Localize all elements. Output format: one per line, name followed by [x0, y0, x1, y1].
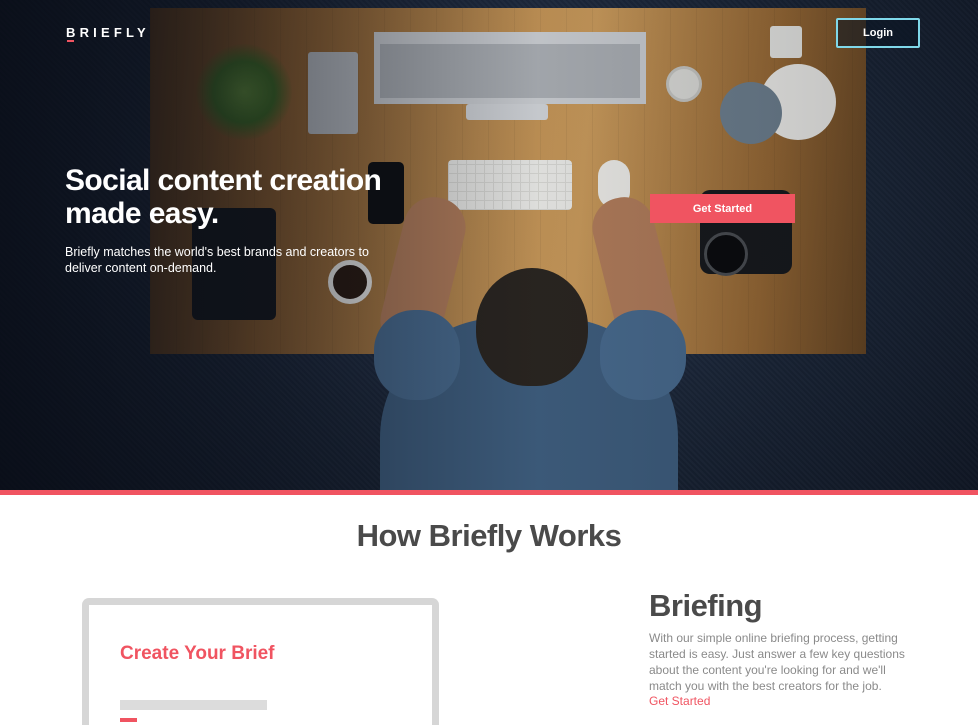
hero-title: Social content creation made easy. — [65, 164, 382, 230]
feature-get-started-link[interactable]: Get Started — [649, 694, 710, 708]
logo[interactable]: BRIEFLY — [66, 25, 150, 40]
how-it-works-title: How Briefly Works — [356, 518, 622, 553]
brief-mockup-title: Create Your Brief — [120, 643, 275, 664]
get-started-button[interactable]: Get Started — [650, 194, 795, 223]
login-button[interactable]: Login — [836, 18, 920, 48]
brief-mockup-accent — [120, 718, 137, 722]
brief-mockup-placeholder-line — [120, 700, 267, 710]
hero-subtitle: Briefly matches the world's best brands … — [65, 245, 369, 275]
feature-title: Briefing — [649, 588, 763, 623]
logo-accent-mark — [67, 40, 74, 42]
feature-description: With our simple online briefing process,… — [649, 631, 905, 693]
section-divider — [0, 490, 978, 495]
